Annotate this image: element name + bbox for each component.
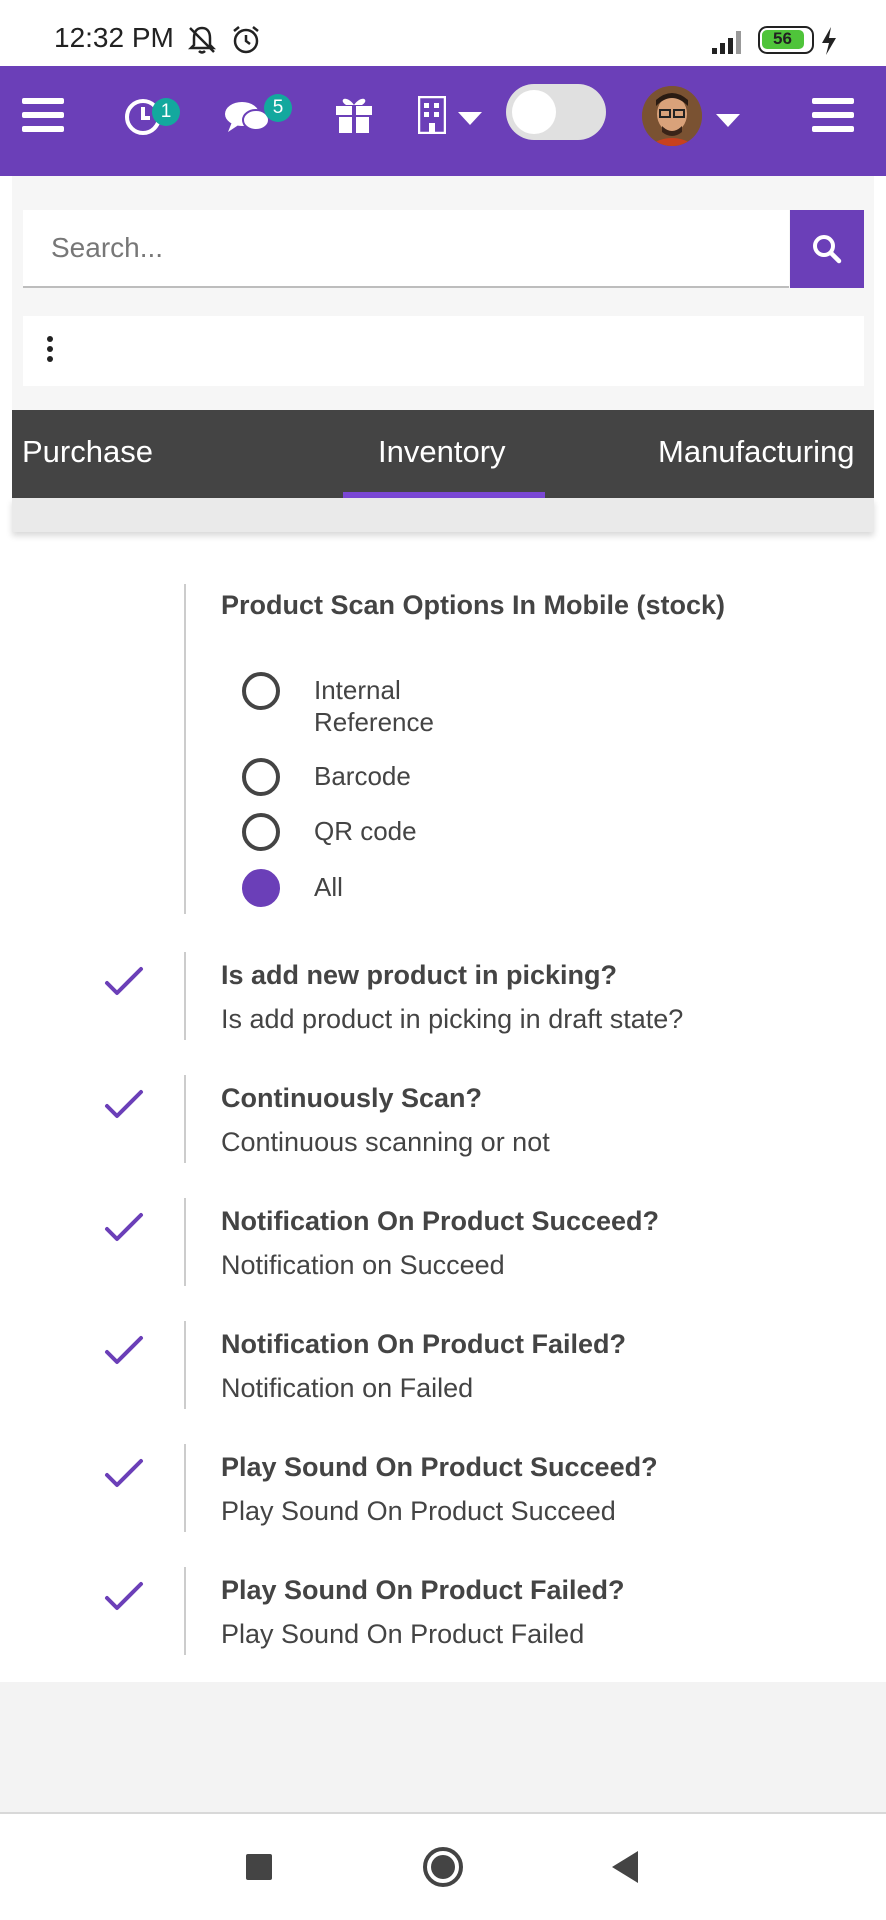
setting-description: Notification on Succeed — [221, 1250, 505, 1280]
radio-label: Barcode — [314, 761, 411, 791]
divider — [184, 1198, 186, 1286]
setting-title: Play Sound On Product Failed? — [221, 1575, 625, 1605]
radio-qr-code[interactable]: QR code — [242, 813, 492, 853]
inventory-settings: Product Scan Options In Mobile (stock) I… — [0, 532, 886, 1682]
divider — [184, 1567, 186, 1655]
checkmark-icon[interactable] — [104, 1581, 144, 1613]
status-time: 12:32 PM — [54, 22, 174, 53]
setting-title: Is add new product in picking? — [221, 960, 618, 990]
activity-badge: 1 — [152, 98, 180, 126]
company-switcher[interactable] — [418, 92, 488, 138]
setting-description: Is add product in picking in draft state… — [221, 1004, 684, 1034]
chevron-down-icon — [458, 112, 482, 125]
home-icon[interactable] — [422, 1846, 464, 1888]
avatar-image — [642, 86, 702, 146]
battery-level: 56 — [773, 29, 792, 48]
menu-icon[interactable] — [22, 98, 64, 132]
tab-purchase[interactable]: Purchase — [22, 434, 153, 470]
status-bar: 12:32 PM 56 — [0, 0, 886, 66]
signal-icon — [712, 31, 741, 54]
charging-icon — [822, 27, 836, 55]
checkmark-icon[interactable] — [104, 966, 144, 998]
section-header-strip — [12, 498, 874, 532]
page-footer-area — [0, 1682, 886, 1812]
setting-title: Play Sound On Product Succeed? — [221, 1452, 658, 1482]
checkmark-icon[interactable] — [104, 1458, 144, 1490]
messages-badge: 5 — [264, 94, 292, 122]
radio-button[interactable] — [242, 813, 280, 851]
tab-inventory[interactable]: Inventory — [378, 434, 506, 470]
radio-button-selected[interactable] — [242, 869, 280, 907]
recent-apps-icon[interactable] — [246, 1854, 272, 1880]
settings-tabs: Purchase Inventory Manufacturing — [12, 410, 874, 498]
divider — [184, 952, 186, 1040]
gift-icon[interactable] — [334, 92, 374, 134]
app-header: 1 5 — [0, 66, 886, 176]
setting-title: Notification On Product Failed? — [221, 1329, 626, 1359]
activity-button[interactable]: 1 — [124, 94, 184, 140]
alarm-icon — [233, 26, 259, 54]
kebab-menu-icon[interactable] — [47, 336, 53, 366]
checkmark-icon[interactable] — [104, 1212, 144, 1244]
back-icon[interactable] — [610, 1850, 640, 1884]
checkmark-icon[interactable] — [104, 1089, 144, 1121]
mute-icon — [187, 26, 217, 54]
search-input[interactable] — [23, 210, 789, 286]
chat-icon — [225, 102, 270, 132]
toggle-knob — [512, 90, 556, 134]
radio-button[interactable] — [242, 758, 280, 796]
divider — [184, 1321, 186, 1409]
radio-label: Internal Reference — [314, 675, 434, 737]
setting-description: Play Sound On Product Failed — [221, 1619, 585, 1649]
radio-internal-reference[interactable]: Internal Reference — [242, 672, 492, 737]
scan-options-title: Product Scan Options In Mobile (stock) — [221, 590, 726, 620]
chevron-down-icon[interactable] — [716, 114, 740, 128]
divider — [184, 1075, 186, 1163]
divider — [184, 584, 186, 914]
search-button[interactable] — [790, 210, 864, 288]
mode-toggle[interactable] — [506, 84, 606, 140]
battery-icon: 56 — [758, 26, 814, 54]
options-bar — [23, 316, 864, 386]
building-icon — [418, 96, 446, 134]
tab-manufacturing[interactable]: Manufacturing — [658, 434, 854, 470]
setting-description: Play Sound On Product Succeed — [221, 1496, 616, 1526]
checkmark-icon[interactable] — [104, 1335, 144, 1367]
search-box — [23, 210, 789, 288]
radio-label: QR code — [314, 816, 417, 846]
radio-label: All — [314, 872, 343, 902]
setting-description: Continuous scanning or not — [221, 1127, 550, 1157]
avatar[interactable] — [642, 86, 702, 146]
setting-title: Continuously Scan? — [221, 1083, 483, 1113]
messages-button[interactable]: 5 — [224, 94, 294, 140]
radio-button[interactable] — [242, 672, 280, 710]
divider — [184, 1444, 186, 1532]
search-icon — [813, 235, 842, 264]
setting-description: Notification on Failed — [221, 1373, 474, 1403]
setting-title: Notification On Product Succeed? — [221, 1206, 660, 1236]
radio-barcode[interactable]: Barcode — [242, 758, 492, 798]
system-nav-bar — [0, 1812, 886, 1920]
radio-all[interactable]: All — [242, 869, 492, 909]
menu-icon[interactable] — [812, 98, 854, 132]
